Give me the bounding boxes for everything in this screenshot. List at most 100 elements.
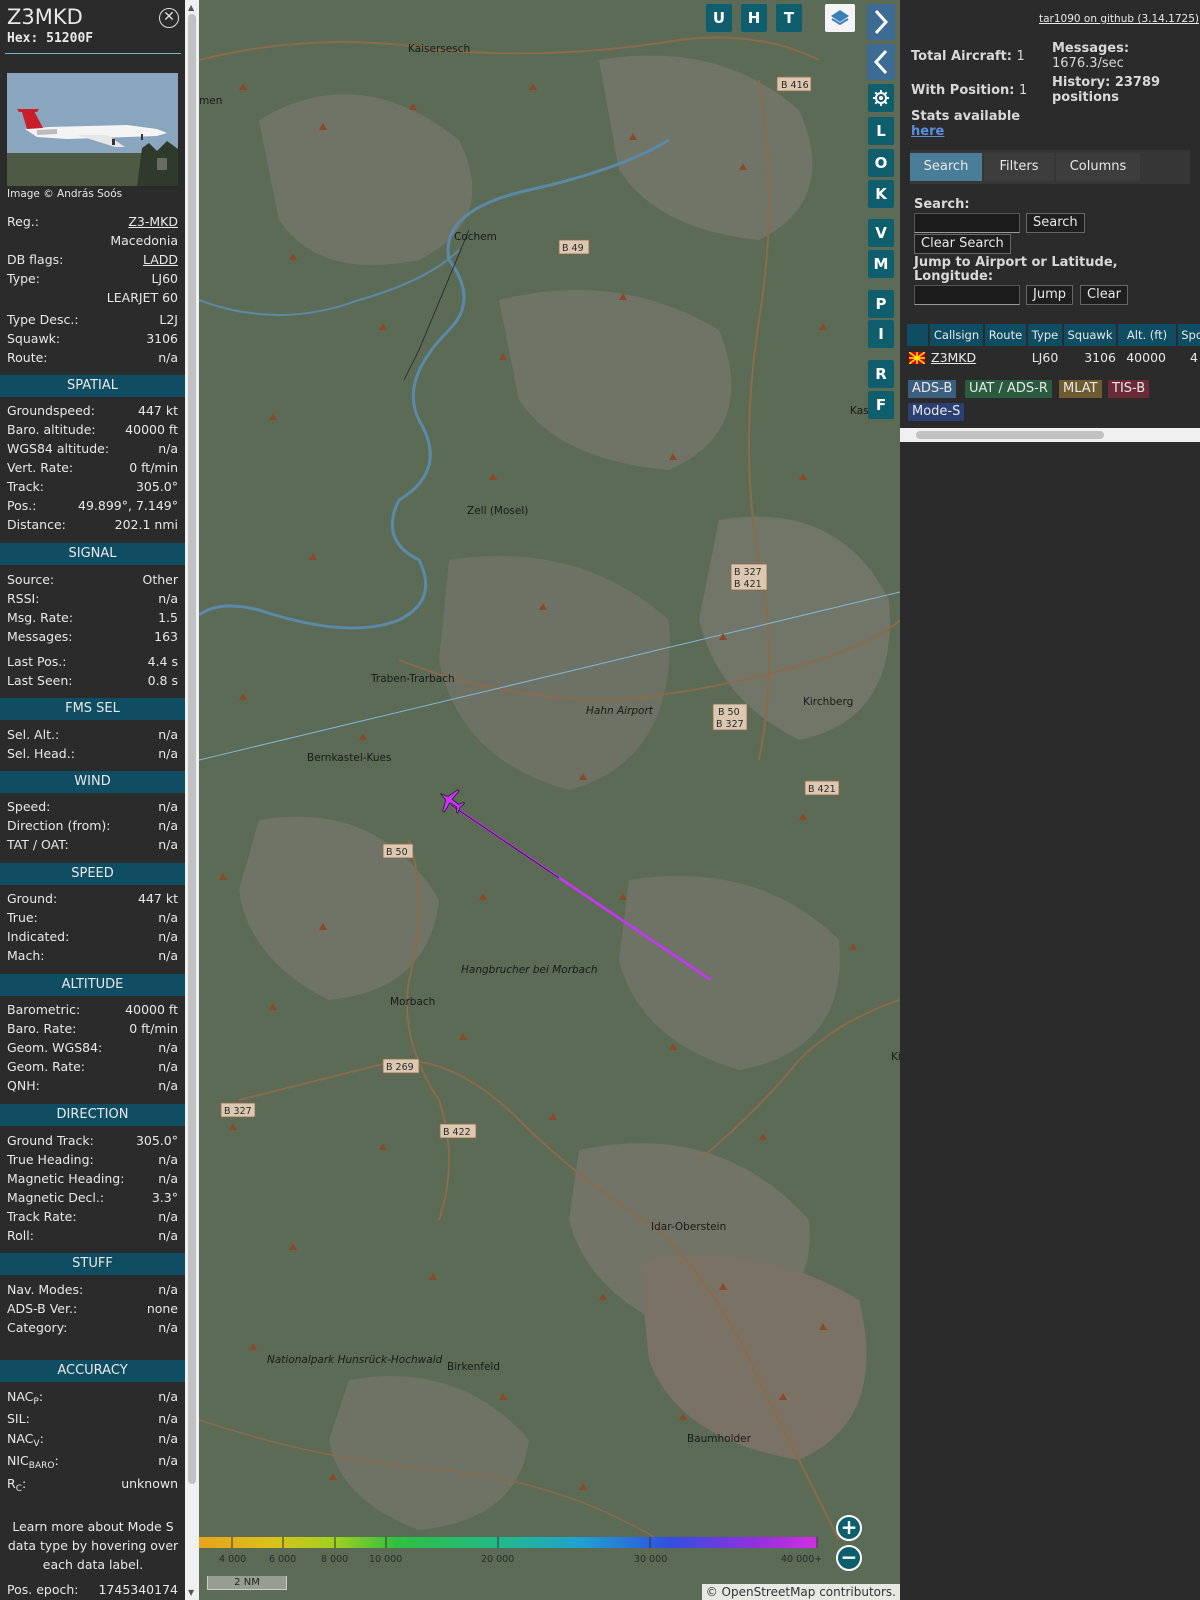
search-input[interactable]	[914, 213, 1020, 233]
jump-button[interactable]: Jump	[1026, 285, 1073, 305]
map-button-m[interactable]: M	[868, 250, 894, 278]
scrollbar-thumb[interactable]	[188, 14, 196, 1484]
close-icon[interactable]: ✕	[159, 8, 179, 28]
row-value: 40000 ft	[125, 422, 178, 437]
row-label: Geom. WGS84:	[7, 1040, 103, 1055]
row-value: n/a	[158, 1453, 178, 1468]
row-value: 447 kt	[138, 891, 178, 906]
reg-link[interactable]: Z3-MKD	[128, 214, 178, 229]
row-value: n/a	[158, 948, 178, 963]
clear-search-button[interactable]: Clear Search	[914, 234, 1011, 254]
scroll-up-icon[interactable]: ▲	[188, 3, 194, 12]
detail-row: RSSI: n/a	[7, 591, 178, 609]
gear-icon[interactable]	[868, 84, 894, 112]
row-value: n/a	[158, 1431, 178, 1446]
row-type: LJ60	[1031, 350, 1059, 365]
row-label: TAT / OAT:	[7, 837, 69, 852]
map-button-r[interactable]: R	[868, 360, 894, 388]
layers-icon[interactable]	[825, 4, 855, 32]
stats-label: Stats available	[911, 109, 1021, 124]
row-value: n/a	[158, 1320, 178, 1335]
map-button-h[interactable]: H	[741, 4, 767, 32]
map-button-v[interactable]: V	[868, 219, 894, 247]
chevron-left-icon[interactable]	[867, 44, 895, 80]
aircraft-icon[interactable]	[436, 786, 466, 816]
nic-label: NIC	[7, 1453, 29, 1468]
map-button-f[interactable]: F	[868, 391, 894, 419]
total-label: Total Aircraft:	[911, 49, 1012, 64]
table-scrollbar[interactable]	[900, 428, 1200, 442]
badge-adsb: ADS-B	[908, 380, 957, 398]
table-header[interactable]: Callsign	[930, 324, 983, 346]
row-label: Ground:	[7, 891, 58, 906]
tab-search[interactable]: Search	[910, 153, 982, 181]
row-value: n/a	[158, 746, 178, 761]
map-attribution[interactable]: © OpenStreetMap contributors.	[701, 1584, 900, 1600]
country-row: Macedonia	[7, 233, 178, 251]
table-header[interactable]: Type	[1028, 324, 1062, 346]
row-value: 202.1 nmi	[114, 517, 178, 532]
row-callsign[interactable]: Z3MKD	[931, 348, 976, 368]
table-header[interactable]: Route	[985, 324, 1026, 346]
jump-input[interactable]	[914, 285, 1020, 305]
flag-icon	[908, 348, 926, 368]
divider	[5, 53, 181, 54]
detail-row: SIL: n/a	[7, 1411, 178, 1429]
map-button-p[interactable]: P	[868, 290, 894, 318]
aircraft-photo[interactable]	[7, 73, 178, 186]
detail-row: Distance: 202.1 nmi	[7, 517, 178, 535]
row-value: n/a	[158, 910, 178, 925]
zoom-in-button[interactable]: +	[836, 1515, 862, 1541]
row-value: n/a	[158, 1152, 178, 1167]
detail-row: Track: 305.0°	[7, 479, 178, 497]
badge-modes: Mode-S	[908, 403, 965, 421]
detail-row: Baro. altitude: 40000 ft	[7, 422, 178, 440]
stats-link[interactable]: here	[911, 124, 944, 139]
search-button[interactable]: Search	[1026, 213, 1085, 233]
jump-label: Jump to Airport or Latitude, Longitude:	[914, 255, 1118, 284]
detail-row: NACP: n/a	[7, 1389, 178, 1407]
row-value: none	[146, 1301, 178, 1316]
scroll-down-icon[interactable]: ▼	[188, 1588, 194, 1597]
epoch-row: Pos. epoch: 1745340174	[7, 1582, 178, 1600]
map-button-t[interactable]: T	[776, 4, 802, 32]
detail-row: Sel. Head.: n/a	[7, 746, 178, 764]
row-label: QNH:	[7, 1078, 40, 1093]
clear-button[interactable]: Clear	[1080, 285, 1128, 305]
type-label: Type:	[7, 271, 40, 286]
row-label: Speed:	[7, 799, 51, 814]
map-button-o[interactable]: O	[868, 149, 894, 177]
map-button-i[interactable]: I	[868, 320, 894, 348]
row-value: n/a	[158, 1059, 178, 1074]
tab-columns[interactable]: Columns	[1056, 153, 1140, 181]
route-row: Route: n/a	[7, 350, 178, 368]
map-button-k[interactable]: K	[868, 180, 894, 208]
row-value: 305.0°	[135, 1133, 178, 1148]
row-label: Direction (from):	[7, 818, 111, 833]
tab-filters[interactable]: Filters	[984, 153, 1054, 181]
row-label: NACP:	[7, 1389, 43, 1407]
withpos-value: 1	[1019, 83, 1028, 98]
aircraft-detail-panel: Z3MKD Hex: 51200F ✕ Image © András Soós …	[0, 0, 185, 1600]
detail-row: True Heading: n/a	[7, 1152, 178, 1170]
table-header[interactable]: Alt. (ft)	[1118, 324, 1176, 346]
table-header[interactable]: Spd.	[1178, 324, 1200, 346]
map-button-u[interactable]: U	[706, 4, 732, 32]
reg-label: Reg.:	[7, 214, 39, 229]
total-aircraft: Total Aircraft: 1	[911, 49, 1025, 64]
detail-scrollbar[interactable]: ▲ ▼	[185, 0, 199, 1600]
chevron-right-icon[interactable]	[867, 4, 895, 40]
table-header[interactable]: Squawk	[1064, 324, 1116, 346]
detail-row: True: n/a	[7, 910, 178, 928]
map-button-l[interactable]: L	[868, 117, 894, 145]
zoom-out-button[interactable]: −	[836, 1545, 862, 1571]
row-label: Sel. Alt.:	[7, 727, 60, 742]
dbflags-link[interactable]: LADD	[143, 252, 178, 267]
github-link[interactable]: tar1090 on github (3.14.1725)	[1039, 13, 1199, 25]
altitude-tick: 40 000+	[781, 1554, 822, 1565]
row-value: Other	[142, 572, 179, 587]
scrollbar-thumb[interactable]	[916, 431, 1104, 439]
messages-label: Messages:	[1052, 41, 1130, 56]
map-view[interactable]: Kaisersesch men Cochem Zell (Mosel) Trab…	[199, 0, 900, 1600]
colon: :	[39, 1431, 44, 1446]
